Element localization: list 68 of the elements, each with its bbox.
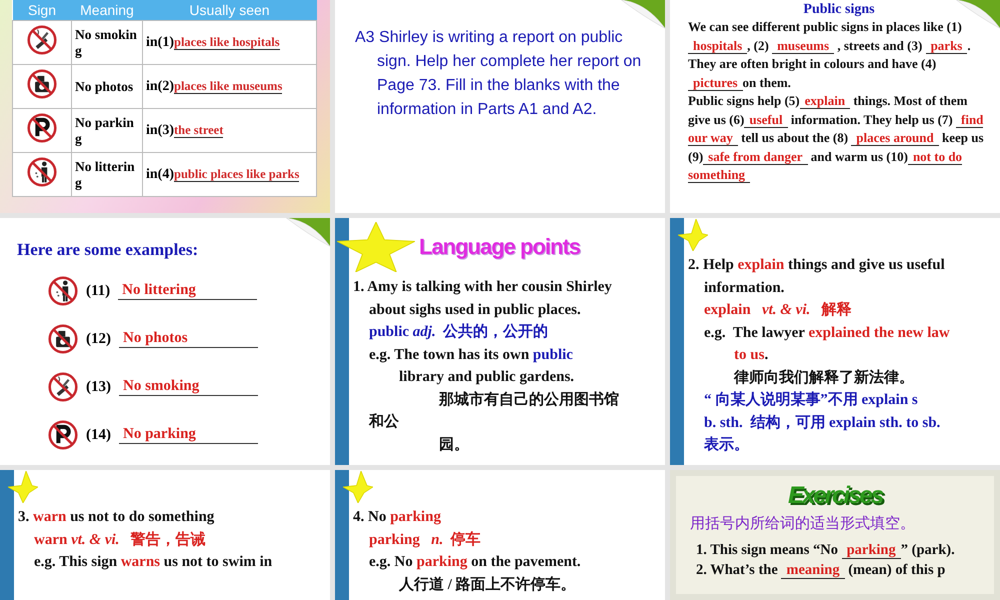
instruction-text: 用括号内所给词的适当形式填空。	[690, 514, 916, 534]
text-line: “ 向某人说明某事”不用 explain s	[703, 390, 919, 410]
text-line: explain vt. & vi. 解释	[703, 300, 853, 320]
fill-in-line: No littering	[118, 282, 258, 300]
fill-in-line: the street	[174, 122, 224, 138]
text-line: 那城市有自己的公用图书馆	[438, 390, 620, 410]
text-line: 1. Amy is talking with her cousin Shirley	[353, 278, 613, 297]
slide-title: Language points	[419, 234, 580, 260]
fill-in-line: places like museums	[174, 78, 282, 94]
table-cell: No photos	[72, 64, 142, 108]
text-line: library and public gardens.	[398, 368, 576, 387]
no-smoking-icon	[27, 25, 57, 55]
text-line: about sighs used in public places.	[368, 300, 582, 320]
fill-in-line: No parking	[119, 426, 258, 444]
text-line: b. sth. 结构，可用 explain sth. to sb.	[703, 413, 942, 432]
blank-number: (14)	[86, 426, 111, 444]
text-line: 4. No parking	[353, 508, 442, 527]
report-paragraph: We can see different public signs in places like (1) hospitals , (2) museums , streets and (3) parks . They are often bright in colours and have (4) pictures on them.	[688, 18, 972, 92]
text-line: 园。	[438, 436, 470, 454]
exercise-line: 1. This sign means “No parking ” (park).	[696, 541, 956, 560]
text-line: to us.	[733, 346, 770, 365]
text-line: e.g. The lawyer explained the new law	[703, 324, 951, 342]
text-line: 2. Help explain things and give us useful	[688, 256, 946, 275]
text-line: warn vt. & vi. 警告，告诫	[33, 530, 207, 550]
blank-number: in(4)	[146, 166, 174, 182]
text-line: information.	[703, 278, 786, 298]
text-line: e.g. No parking on the pavement.	[368, 553, 582, 572]
no-parking-icon	[48, 420, 78, 450]
blank-number: (13)	[86, 378, 111, 396]
task-paragraph: A3 Shirley is writing a report on public sign. Help her complete her report on Page 73. Fill in the blanks with the information in Parts A1 and A2.	[355, 28, 642, 120]
report-paragraph: Public signs help (5) explain things. Most of them give us (6) useful information. They help us (7) find our way tell us about the (8) places around keep us (9) safe from danger and warm us (10) not to do something	[688, 92, 985, 184]
fill-in-line: places like hospitals	[174, 34, 280, 50]
table-cell: No parking	[72, 108, 142, 152]
text-line: 和公	[368, 412, 400, 432]
slide-title: Exercises	[786, 482, 884, 510]
text-line: parking n. 停车	[368, 530, 482, 550]
no-parking-icon	[27, 113, 57, 143]
no-smoking-icon	[48, 372, 78, 402]
no-littering-icon	[27, 157, 57, 187]
no-camera-icon	[48, 324, 78, 354]
star-drawing	[678, 219, 708, 251]
blank-number: in(3)	[146, 122, 174, 138]
no-littering-icon	[48, 276, 78, 306]
text-line: public adj. 公共的，公开的	[368, 322, 550, 342]
text-line: e.g. The town has its own public	[368, 346, 574, 364]
text-line: 3. warn us not to do something	[18, 508, 216, 527]
text-line: 人行道 / 路面上不许停车。	[398, 575, 577, 594]
exercise-line: 2. What’s the meaning (mean) of this p	[696, 561, 946, 580]
slide-title: Here are some examples:	[17, 240, 200, 260]
star-drawing	[343, 471, 373, 503]
blank-number: in(1)	[146, 34, 174, 50]
fill-in-line: No smoking	[119, 378, 258, 396]
text-line: e.g. This sign warns us not to swim in	[33, 553, 274, 572]
column-header: Meaning	[72, 0, 142, 20]
fill-in-line: public places like parks	[174, 166, 300, 182]
blank-number: (11)	[86, 282, 110, 300]
slide-title: Public signs	[802, 2, 876, 18]
column-header: Usually seen	[142, 0, 316, 20]
text-line: 律师向我们解释了新法律。	[732, 368, 915, 388]
star-drawing	[8, 471, 38, 503]
no-camera-icon	[27, 69, 57, 99]
fill-in-line: No photos	[119, 330, 258, 348]
blank-number: (12)	[86, 330, 111, 348]
blank-number: in(2)	[146, 78, 174, 94]
table-cell: No littering	[72, 152, 142, 196]
table-cell: No smoking	[72, 20, 142, 64]
text-line: 表示。	[703, 435, 750, 455]
column-header: Sign	[12, 0, 72, 20]
